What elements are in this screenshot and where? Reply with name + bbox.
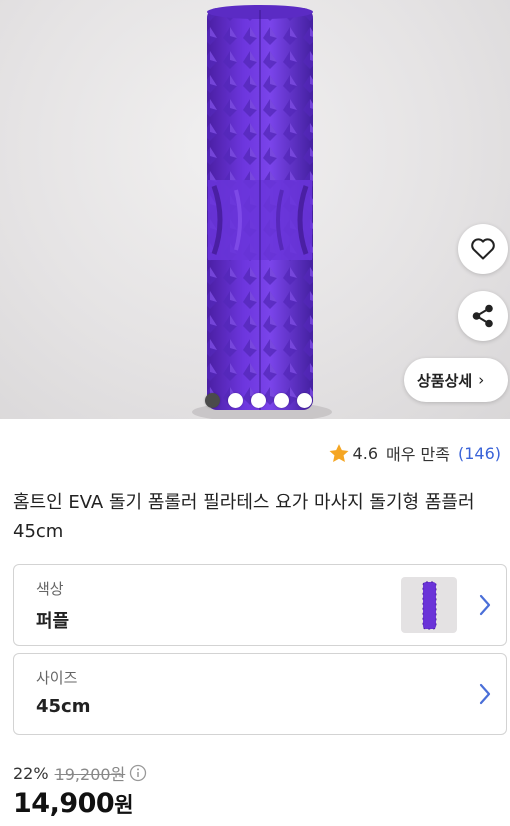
- product-image: [192, 5, 332, 419]
- carousel-indicator[interactable]: [205, 393, 312, 408]
- final-price: 14,900원: [13, 788, 134, 819]
- product-detail-button[interactable]: 상품상세 ›: [404, 358, 508, 402]
- color-option-selector[interactable]: 색상 퍼플: [13, 564, 507, 646]
- color-option-label: 색상: [36, 580, 64, 598]
- discount-rate: 22%: [13, 763, 49, 783]
- share-icon: [472, 304, 493, 328]
- chevron-right-icon: ›: [478, 371, 485, 389]
- carousel-dot[interactable]: [297, 393, 312, 408]
- star-icon: [329, 443, 349, 462]
- carousel-dot[interactable]: [228, 393, 243, 408]
- rating-summary[interactable]: 4.6 매우 만족 (146): [328, 441, 501, 465]
- size-option-value: 45cm: [36, 696, 91, 717]
- chevron-right-icon: [479, 594, 491, 616]
- product-title: 홈트인 EVA 돌기 폼롤러 필라테스 요가 마사지 돌기형 폼플러 45cm: [13, 492, 475, 542]
- rating-score: 4.6: [352, 443, 378, 463]
- product-image-carousel[interactable]: 상품상세 ›: [0, 0, 510, 419]
- price-unit: 원: [114, 793, 134, 817]
- product-detail-label: 상품상세: [417, 371, 473, 390]
- carousel-dot[interactable]: [251, 393, 266, 408]
- original-price: 19,200원: [54, 765, 126, 784]
- color-option-thumbnail: [401, 577, 457, 633]
- heart-icon: [471, 238, 495, 260]
- review-count-link[interactable]: (146): [458, 444, 501, 463]
- wishlist-button[interactable]: [458, 224, 508, 274]
- color-option-value: 퍼플: [36, 611, 70, 632]
- share-button[interactable]: [458, 291, 508, 341]
- size-option-label: 사이즈: [36, 669, 78, 687]
- carousel-dot[interactable]: [274, 393, 289, 408]
- rating-label: 매우 만족: [386, 445, 450, 464]
- size-option-selector[interactable]: 사이즈 45cm: [13, 653, 507, 735]
- price-summary: 22% 19,200원: [13, 761, 147, 785]
- carousel-dot[interactable]: [205, 393, 220, 408]
- chevron-right-icon: [479, 683, 491, 705]
- final-price-amount: 14,900: [13, 788, 115, 819]
- info-icon[interactable]: [129, 764, 147, 782]
